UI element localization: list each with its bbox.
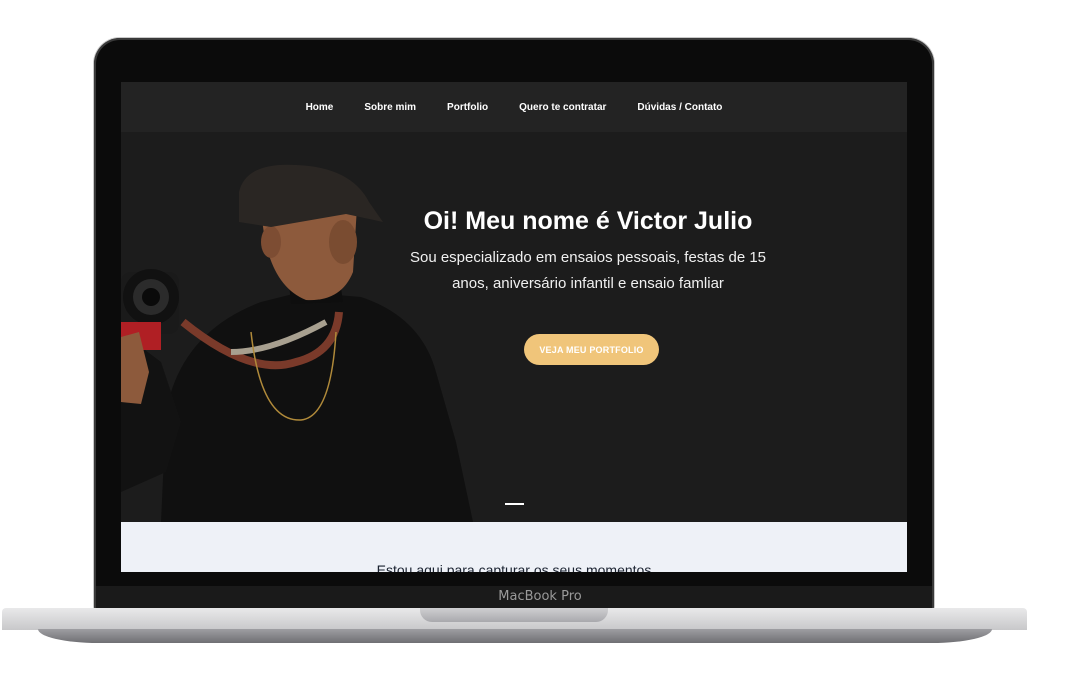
laptop-base-edge — [38, 629, 992, 643]
laptop-mockup: Home Sobre mim Portfolio Quero te contra… — [0, 0, 1080, 700]
intro-heading: Estou aqui para capturar os seus momento… — [376, 562, 652, 572]
hero-title: Oi! Meu nome é Victor Julio — [423, 207, 753, 235]
nav-contratar[interactable]: Quero te contratar — [519, 102, 606, 113]
device-label: MacBook Pro — [498, 589, 582, 604]
laptop-notch — [420, 608, 608, 622]
photographer-photo — [121, 164, 473, 522]
hero-subtitle: Sou especializado em ensaios pessoais, f… — [409, 249, 767, 292]
intro-section: Estou aqui para capturar os seus momento… — [121, 522, 907, 572]
nav-portfolio[interactable]: Portfolio — [447, 102, 488, 113]
nav-home[interactable]: Home — [306, 102, 334, 113]
portfolio-button[interactable]: VEJA MEU PORTFOLIO — [524, 334, 659, 365]
nav-duvidas-contato[interactable]: Dúvidas / Contato — [637, 102, 722, 113]
top-navbar: Home Sobre mim Portfolio Quero te contra… — [121, 82, 907, 132]
nav-sobre-mim[interactable]: Sobre mim — [364, 102, 416, 113]
hero-section: Oi! Meu nome é Victor Julio Sou especial… — [121, 132, 907, 522]
carousel-indicator[interactable] — [505, 503, 524, 505]
website-screen: Home Sobre mim Portfolio Quero te contra… — [121, 82, 907, 572]
